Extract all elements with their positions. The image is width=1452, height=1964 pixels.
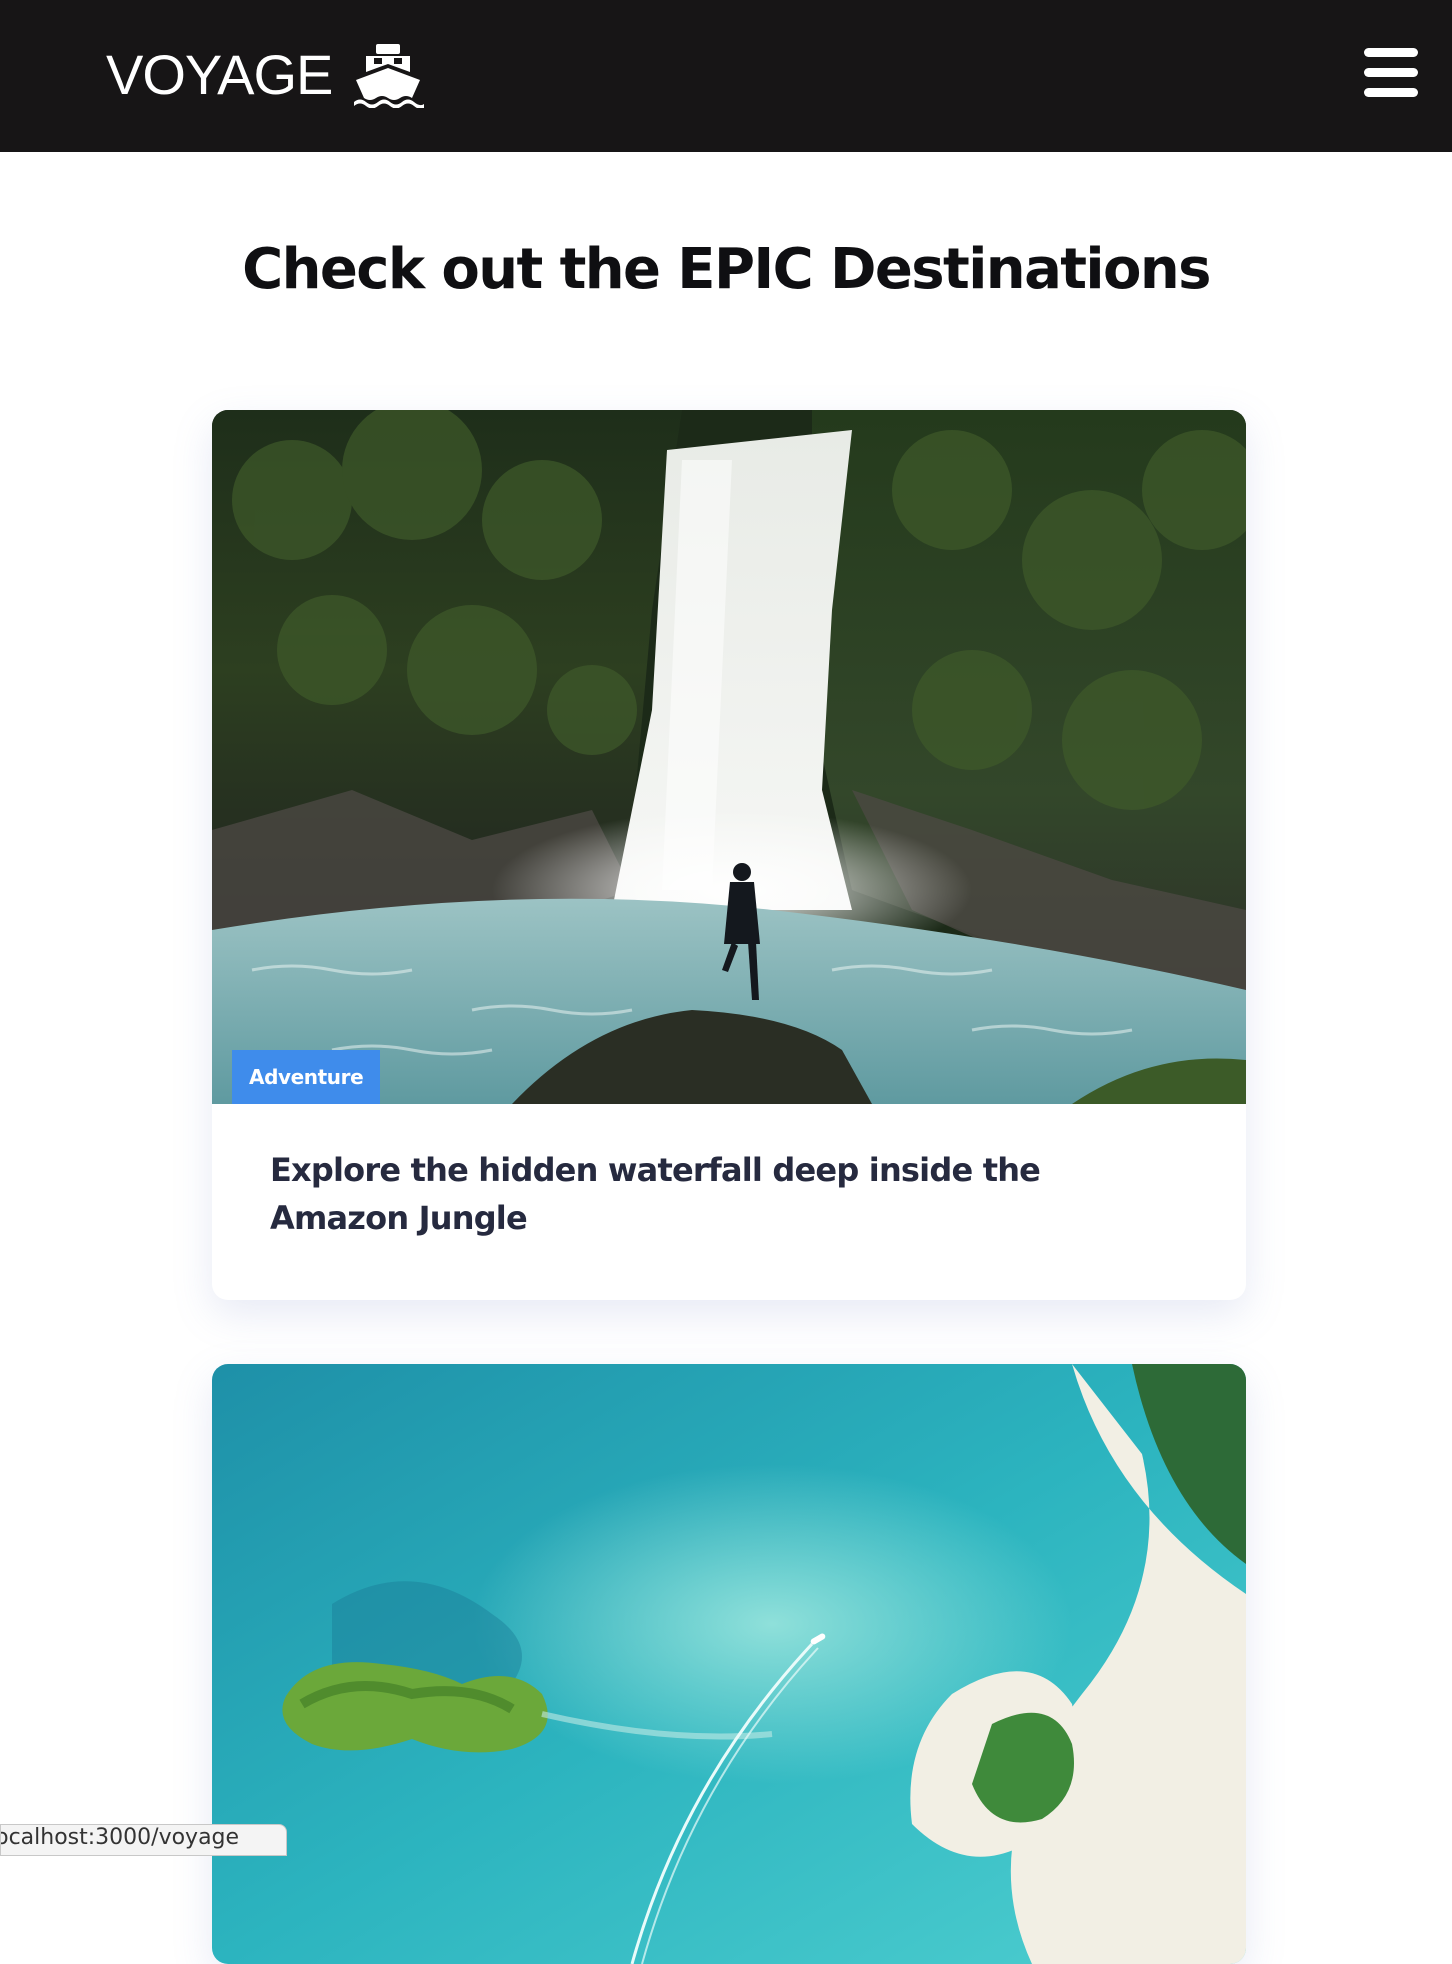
waterfall-photo: Adventure [212,410,1246,1104]
page-title: Check out the EPIC Destinations [242,237,1211,302]
category-tag[interactable]: Adventure [232,1050,381,1104]
destination-card[interactable] [212,1364,1246,1964]
brand-logo-link[interactable]: VOYAGE [106,40,425,110]
destination-card[interactable]: Adventure Explore the hidden waterfall d… [212,410,1246,1300]
browser-status-url: localhost:3000/voyage [0,1824,287,1856]
brand-name: VOYAGE [106,43,333,106]
top-navbar: VOYAGE [0,0,1452,152]
tropical-lagoon-aerial-photo [212,1364,1246,1964]
card-title[interactable]: Explore the hidden waterfall deep inside… [270,1146,1150,1242]
hamburger-menu-icon[interactable] [1364,48,1418,97]
ship-icon [354,44,425,108]
